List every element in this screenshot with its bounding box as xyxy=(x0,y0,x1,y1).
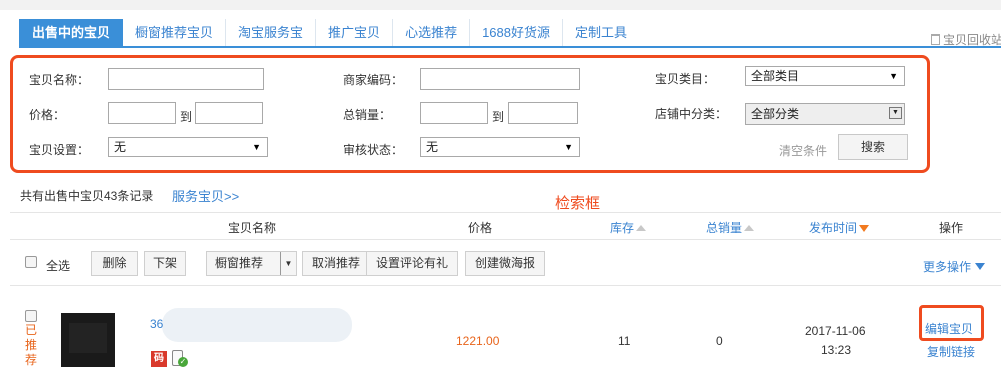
top-band xyxy=(0,0,1001,10)
edit-item-link[interactable]: 编辑宝贝 xyxy=(925,320,973,337)
window-recommend-label: 橱窗推荐 xyxy=(215,256,264,270)
tab-underline xyxy=(19,46,1001,48)
col-price: 价格 xyxy=(468,221,493,235)
merchant-code-label: 商家编码： xyxy=(343,73,404,87)
publish-date: 2017-11-06 xyxy=(805,324,866,338)
col-actions: 操作 xyxy=(939,221,964,235)
item-name-input[interactable] xyxy=(108,68,264,90)
row-checkbox[interactable] xyxy=(25,310,37,322)
clear-conditions-link[interactable]: 清空条件 xyxy=(779,142,827,159)
record-count: 共有出售中宝贝43条记录 xyxy=(20,189,154,203)
search-button[interactable]: 搜索 xyxy=(838,134,908,160)
review-status-value: 无 xyxy=(426,140,439,154)
sales-min-input[interactable] xyxy=(420,102,488,124)
category-label: 宝贝类目： xyxy=(655,72,716,86)
review-status-label: 审核状态： xyxy=(343,143,404,157)
annotation-label: 检索框 xyxy=(555,195,601,212)
recommended-status: 已推荐 xyxy=(24,323,37,367)
item-name-label: 宝贝名称： xyxy=(29,73,90,87)
category-value: 全部类目 xyxy=(751,69,800,83)
tab-taobao-service[interactable]: 淘宝服务宝 xyxy=(226,19,317,47)
publish-time: 13:23 xyxy=(821,343,852,357)
create-poster-button[interactable]: 创建微海报 xyxy=(465,251,545,276)
dropdown-arrow-icon: ▼ xyxy=(889,107,902,119)
dropdown-arrow-icon: ▼ xyxy=(564,142,573,152)
window-recommend-button[interactable]: 橱窗推荐 ▼ xyxy=(206,251,297,276)
item-setting-select[interactable]: 无 ▼ xyxy=(108,137,268,157)
shop-category-value: 全部分类 xyxy=(751,107,800,121)
tab-curated[interactable]: 心选推荐 xyxy=(393,19,471,47)
col-item-name: 宝贝名称 xyxy=(228,221,277,235)
col-publish-time: 发布时间 xyxy=(809,221,858,235)
item-setting-value: 无 xyxy=(114,140,127,154)
price-min-input[interactable] xyxy=(108,102,176,124)
price-to-label: 到 xyxy=(180,110,193,124)
tab-on-sale[interactable]: 出售中的宝贝 xyxy=(19,19,124,47)
sort-down-icon xyxy=(859,225,870,232)
item-setting-label: 宝贝设置： xyxy=(29,143,90,157)
shop-category-select[interactable]: 全部分类 ▼ xyxy=(745,103,905,125)
col-total-sales-sort[interactable]: 总销量 xyxy=(706,219,755,236)
dropdown-arrow-icon: ▼ xyxy=(252,142,261,152)
more-actions-label: 更多操作 xyxy=(923,260,972,274)
bulk-toolbar: 全选 删除 下架 橱窗推荐 ▼ 取消推荐 设置评论有礼 创建微海报 更多操作 xyxy=(10,240,1001,286)
dropdown-arrow-icon[interactable]: ▼ xyxy=(280,252,296,275)
check-icon: ✓ xyxy=(178,357,188,367)
col-stock-sort[interactable]: 库存 xyxy=(610,219,647,236)
col-publish-time-sort[interactable]: 发布时间 xyxy=(809,219,870,236)
price-label: 价格： xyxy=(29,108,66,122)
caret-down-icon xyxy=(975,263,986,270)
code-badge-icon: 码 xyxy=(151,351,167,367)
recycle-bin-link[interactable]: 宝贝回收站 xyxy=(931,31,1001,48)
select-all-label: 全选 xyxy=(46,259,71,273)
product-total-sales: 0 xyxy=(716,334,723,348)
product-stock: 11 xyxy=(618,334,631,348)
trash-icon xyxy=(931,34,940,45)
delete-button[interactable]: 删除 xyxy=(91,251,138,276)
select-all-checkbox[interactable] xyxy=(25,256,37,268)
sales-to-label: 到 xyxy=(492,110,505,124)
tab-window-recommended[interactable]: 橱窗推荐宝贝 xyxy=(123,19,227,47)
delist-button[interactable]: 下架 xyxy=(144,251,186,276)
service-items-link[interactable]: 服务宝贝>> xyxy=(172,186,239,205)
redacted-title-blur xyxy=(162,308,352,342)
review-gift-button[interactable]: 设置评论有礼 xyxy=(366,251,458,276)
price-max-input[interactable] xyxy=(195,102,263,124)
tab-promoted[interactable]: 推广宝贝 xyxy=(316,19,394,47)
tab-1688-source[interactable]: 1688好货源 xyxy=(470,19,563,47)
sort-up-icon xyxy=(636,225,647,231)
total-sales-label: 总销量： xyxy=(343,108,392,122)
more-actions-dropdown[interactable]: 更多操作 xyxy=(923,258,986,275)
product-title-link[interactable]: 36 xyxy=(150,317,163,331)
sort-up-icon xyxy=(744,225,755,231)
review-status-select[interactable]: 无 ▼ xyxy=(420,137,580,157)
merchant-code-input[interactable] xyxy=(420,68,580,90)
recycle-label: 宝贝回收站 xyxy=(943,33,1001,47)
dropdown-arrow-icon: ▼ xyxy=(889,71,898,81)
tab-bar: 出售中的宝贝 橱窗推荐宝贝 淘宝服务宝 推广宝贝 心选推荐 1688好货源 定制… xyxy=(19,19,639,47)
product-thumbnail[interactable] xyxy=(61,313,115,367)
col-total-sales: 总销量 xyxy=(706,221,743,235)
table-header: 宝贝名称 价格 库存 总销量 发布时间 操作 xyxy=(10,212,1001,240)
cancel-recommend-button[interactable]: 取消推荐 xyxy=(302,251,370,276)
category-select[interactable]: 全部类目 ▼ xyxy=(745,66,905,86)
copy-link[interactable]: 复制链接 xyxy=(927,343,975,360)
tab-custom-tools[interactable]: 定制工具 xyxy=(563,19,639,47)
col-stock: 库存 xyxy=(610,221,635,235)
sales-max-input[interactable] xyxy=(508,102,578,124)
table-row: 已推荐 36 码 ✓ 1221.00 11 0 2017-11-06 13:23… xyxy=(10,290,1001,386)
shop-category-label: 店铺中分类： xyxy=(655,107,728,121)
product-price: 1221.00 xyxy=(456,334,500,348)
search-panel: 宝贝名称： 商家编码： 宝贝类目： 全部类目 ▼ 价格： 到 总销量： 到 店铺… xyxy=(10,55,930,173)
